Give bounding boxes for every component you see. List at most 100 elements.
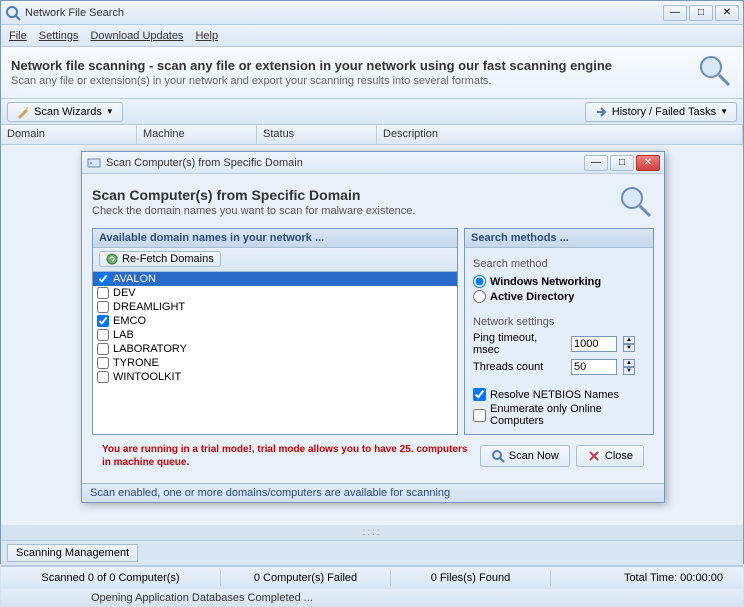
threads-count-input[interactable] [571, 359, 617, 375]
col-description[interactable]: Description [377, 125, 743, 144]
search-icon [491, 449, 505, 463]
menubar: File Settings Download Updates Help [1, 25, 743, 47]
close-dialog-button[interactable]: Close [576, 445, 644, 467]
history-button[interactable]: History / Failed Tasks ▼ [585, 102, 737, 122]
status-files: 0 Files(s) Found [391, 570, 551, 586]
search-methods-header: Search methods ... [465, 229, 653, 248]
trial-mode-warning: You are running in a trial mode!, trial … [102, 443, 474, 469]
radio-windows-networking[interactable] [473, 275, 486, 288]
main-area: Scan Computer(s) from Specific Domain ― … [1, 145, 743, 525]
domains-header: Available domain names in your network .… [93, 229, 457, 248]
main-window: Network File Search ― □ ✕ File Settings … [0, 0, 744, 564]
radio-ad-label[interactable]: Active Directory [490, 291, 574, 303]
col-machine[interactable]: Machine [137, 125, 257, 144]
refetch-domains-button[interactable]: Re-Fetch Domains [99, 251, 221, 267]
col-status[interactable]: Status [257, 125, 377, 144]
domain-name: LAB [113, 329, 134, 341]
domain-checkbox[interactable] [97, 273, 109, 285]
minimize-button[interactable]: ― [663, 5, 687, 21]
dialog-subtitle: Check the domain names you want to scan … [92, 205, 618, 217]
enumerate-online-checkbox[interactable] [473, 409, 486, 422]
radio-windows-label[interactable]: Windows Networking [490, 276, 601, 288]
dialog-close-button[interactable]: ✕ [636, 155, 660, 171]
domain-name: LABORATORY [113, 343, 187, 355]
domain-name: WINTOOLKIT [113, 371, 181, 383]
scan-wizards-button[interactable]: Scan Wizards ▼ [7, 102, 123, 122]
domain-checkbox[interactable] [97, 329, 109, 341]
close-icon [587, 449, 601, 463]
chevron-down-icon: ▼ [106, 107, 114, 116]
resolve-netbios-label[interactable]: Resolve NETBIOS Names [490, 389, 619, 401]
domain-item[interactable]: TYRONE [93, 356, 457, 370]
splitter-grip[interactable]: :::: [1, 525, 743, 540]
menu-help[interactable]: Help [195, 30, 218, 42]
domain-name: TYRONE [113, 357, 159, 369]
domain-item[interactable]: LABORATORY [93, 342, 457, 356]
dialog-minimize-button[interactable]: ― [584, 155, 608, 171]
domain-item[interactable]: AVALON [93, 272, 457, 286]
scan-now-button[interactable]: Scan Now [480, 445, 570, 467]
toolbar: Scan Wizards ▼ History / Failed Tasks ▼ [1, 99, 743, 125]
app-icon [5, 5, 21, 21]
ping-timeout-label: Ping timeout, msec [473, 332, 565, 356]
domain-checkbox[interactable] [97, 301, 109, 313]
col-domain[interactable]: Domain [1, 125, 137, 144]
domain-checkbox[interactable] [97, 315, 109, 327]
refresh-icon [106, 253, 118, 265]
domain-item[interactable]: WINTOOLKIT [93, 370, 457, 384]
dialog-status: Scan enabled, one or more domains/comput… [82, 483, 664, 502]
magnifier-icon [697, 53, 733, 92]
statusbar: Scanned 0 of 0 Computer(s) 0 Computer(s)… [1, 566, 743, 589]
column-headers: Domain Machine Status Description [1, 125, 743, 145]
tab-row: Scanning Management [1, 540, 743, 566]
domain-checkbox[interactable] [97, 357, 109, 369]
wand-icon [16, 105, 30, 119]
network-settings-label: Network settings [473, 316, 645, 328]
resolve-netbios-checkbox[interactable] [473, 388, 486, 401]
domain-item[interactable]: LAB [93, 328, 457, 342]
threads-spinner[interactable]: ▲▼ [623, 359, 635, 375]
menu-settings[interactable]: Settings [39, 30, 79, 42]
domain-name: EMCO [113, 315, 146, 327]
dialog-icon [86, 155, 102, 171]
dialog-titlebar[interactable]: Scan Computer(s) from Specific Domain ― … [82, 152, 664, 174]
domain-list[interactable]: AVALON DEV DREAMLIGHT EMCO LAB LABORATORY TYRO… [93, 272, 457, 432]
search-methods-panel: Search methods ... Search method Windows… [464, 228, 654, 435]
domain-name: DEV [113, 287, 136, 299]
domain-checkbox[interactable] [97, 287, 109, 299]
menu-download-updates[interactable]: Download Updates [90, 30, 183, 42]
search-method-label: Search method [473, 258, 645, 270]
domain-checkbox[interactable] [97, 371, 109, 383]
domain-item[interactable]: EMCO [93, 314, 457, 328]
maximize-button[interactable]: □ [689, 5, 713, 21]
main-titlebar[interactable]: Network File Search ― □ ✕ [1, 1, 743, 25]
domain-checkbox[interactable] [97, 343, 109, 355]
close-button[interactable]: ✕ [715, 5, 739, 21]
chevron-down-icon: ▼ [720, 107, 728, 116]
ping-timeout-input[interactable] [571, 336, 617, 352]
window-controls: ― □ ✕ [663, 5, 739, 21]
statusbar-message: Opening Application Databases Completed … [1, 589, 743, 607]
banner: Network file scanning - scan any file or… [1, 47, 743, 99]
status-scanned: Scanned 0 of 0 Computer(s) [1, 570, 221, 586]
ping-spinner[interactable]: ▲▼ [623, 336, 635, 352]
menu-file[interactable]: File [9, 30, 27, 42]
domain-item[interactable]: DEV [93, 286, 457, 300]
banner-subtitle: Scan any file or extension(s) in your ne… [11, 75, 697, 87]
dialog-titlebar-text: Scan Computer(s) from Specific Domain [106, 157, 584, 169]
domain-name: DREAMLIGHT [113, 301, 185, 313]
domain-name: AVALON [113, 273, 156, 285]
radio-active-directory[interactable] [473, 290, 486, 303]
window-title: Network File Search [25, 7, 663, 19]
scan-dialog: Scan Computer(s) from Specific Domain ― … [81, 151, 665, 503]
enumerate-online-label[interactable]: Enumerate only Online Computers [490, 403, 645, 427]
banner-title: Network file scanning - scan any file or… [11, 58, 697, 73]
dialog-maximize-button[interactable]: □ [610, 155, 634, 171]
domain-item[interactable]: DREAMLIGHT [93, 300, 457, 314]
tab-scanning-management[interactable]: Scanning Management [7, 544, 138, 562]
domains-panel: Available domain names in your network .… [92, 228, 458, 435]
threads-count-label: Threads count [473, 361, 565, 373]
status-time: Total Time: 00:00:00 [551, 570, 743, 586]
dialog-title: Scan Computer(s) from Specific Domain [92, 187, 618, 203]
magnifier-icon [618, 184, 654, 220]
